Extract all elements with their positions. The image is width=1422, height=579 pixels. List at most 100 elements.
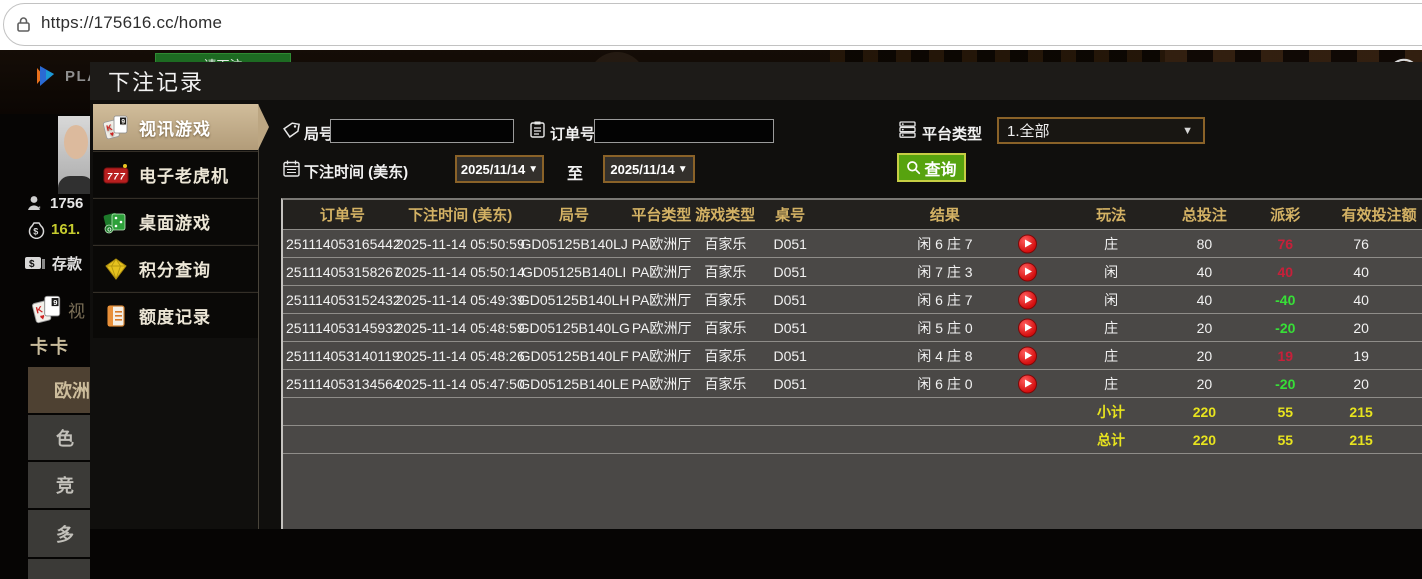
sidebar-item-slots[interactable]: 777 电子老虎机 <box>93 151 258 197</box>
bg-menu-item-4: 多 <box>28 510 90 557</box>
play-video-button[interactable] <box>1018 318 1037 337</box>
cell-platform: PA欧洲厅 <box>630 230 694 257</box>
lock-icon <box>15 16 32 33</box>
sidebar-item-video-games[interactable]: K ♥ 9 视讯游戏 <box>93 104 258 150</box>
browser-address-bar[interactable]: https://175616.cc/home <box>0 0 1422 50</box>
money-bag-icon: $ <box>28 220 45 239</box>
bg-menu-item-europe: 欧洲 <box>28 367 90 413</box>
table-games-icon: O <box>103 209 129 235</box>
result-text: 闲 7 庄 3 <box>917 262 972 282</box>
clipboard-icon <box>528 120 547 139</box>
dollar-badge-icon: $ <box>24 256 46 272</box>
cell-platform: PA欧洲厅 <box>630 258 694 285</box>
grand-total-payout: 55 <box>1253 426 1317 453</box>
search-button[interactable]: 查询 <box>897 153 966 182</box>
play-video-button[interactable] <box>1018 346 1037 365</box>
bg-card-label: 卡卡 <box>30 333 70 359</box>
cell-valid-bet: 40 <box>1317 286 1422 313</box>
col-header: 下注时间 (美东) <box>402 200 519 229</box>
play-video-button[interactable] <box>1018 290 1037 309</box>
chevron-down-icon: ▼ <box>678 164 688 175</box>
bg-menu-item-3: 竞 <box>28 462 90 508</box>
dialog-title: 下注记录 <box>90 62 1422 100</box>
col-header: 派彩 <box>1253 200 1317 229</box>
play-video-button[interactable] <box>1018 234 1037 253</box>
subtotal-label: 小计 <box>1067 398 1156 425</box>
cell-result: 闲 6 庄 7 <box>823 286 1067 313</box>
sidebar-item-points-query[interactable]: 积分查询 <box>93 245 258 291</box>
cell-game: 百家乐 <box>693 370 757 397</box>
sidebar-item-label: 电子老虎机 <box>139 162 229 187</box>
play-video-button[interactable] <box>1018 262 1037 281</box>
subtotal-row: 小计 220 55 215 <box>283 398 1422 426</box>
cell-round: GD05125B140LE <box>519 370 630 397</box>
table-row: 251114053140119 2025-11-14 05:48:26 GD05… <box>283 342 1422 370</box>
cell-order: 251114053152432 <box>283 286 402 313</box>
col-header: 玩法 <box>1067 200 1156 229</box>
cell-order: 251114053158267 <box>283 258 402 285</box>
result-text: 闲 6 庄 7 <box>917 234 972 254</box>
platform-type-value: 1.全部 <box>1007 120 1050 141</box>
sidebar-item-label: 积分查询 <box>139 256 211 281</box>
cell-result: 闲 4 庄 8 <box>823 342 1067 369</box>
col-header: 桌号 <box>757 200 823 229</box>
svg-text:$: $ <box>33 227 38 237</box>
sidebar-item-label: 额度记录 <box>139 303 211 328</box>
order-no-input[interactable] <box>594 119 774 143</box>
cell-order: 251114053165442 <box>283 230 402 257</box>
date-to-value: 2025/11/14 <box>610 162 674 177</box>
sidebar-item-table-games[interactable]: O 桌面游戏 <box>93 198 258 244</box>
deposit-row: $ 存款 <box>24 253 82 274</box>
cell-platform: PA欧洲厅 <box>630 286 694 313</box>
calendar-icon <box>282 159 301 178</box>
dialog-sidebar: K ♥ 9 视讯游戏 777 电子老虎机 <box>93 104 259 529</box>
cell-order: 251114053145932 <box>283 314 402 341</box>
play-icon <box>1025 324 1032 332</box>
cell-total-bet: 20 <box>1156 370 1254 397</box>
round-no-input[interactable] <box>330 119 514 143</box>
col-header: 总投注 <box>1156 200 1254 229</box>
deposit-label: 存款 <box>52 253 82 274</box>
cell-order: 251114053140119 <box>283 342 402 369</box>
cell-round: GD05125B140LH <box>519 286 630 313</box>
diamond-icon <box>103 256 129 282</box>
cell-platform: PA欧洲厅 <box>630 314 694 341</box>
sidebar-item-label: 视讯游戏 <box>139 115 211 140</box>
slot-777-icon: 777 <box>103 162 129 188</box>
bg-menu-item-partial <box>28 559 90 579</box>
col-header: 平台类型 <box>629 200 693 229</box>
sidebar-item-credit-records[interactable]: 额度记录 <box>93 292 258 338</box>
cell-table: D051 <box>757 230 823 257</box>
col-header: 游戏类型 <box>693 200 757 229</box>
cell-valid-bet: 20 <box>1317 370 1422 397</box>
cell-time: 2025-11-14 05:48:59 <box>402 314 519 341</box>
cell-play: 闲 <box>1067 258 1156 285</box>
cell-table: D051 <box>757 286 823 313</box>
bet-time-label: 下注时间 (美东) <box>304 161 408 182</box>
svg-text:9: 9 <box>121 119 126 126</box>
url-text: https://175616.cc/home <box>41 13 222 33</box>
cell-round: GD05125B140LI <box>519 258 630 285</box>
date-from-picker[interactable]: 2025/11/14 ▼ <box>455 155 544 183</box>
cell-time: 2025-11-14 05:49:39 <box>402 286 519 313</box>
cell-platform: PA欧洲厅 <box>630 342 694 369</box>
col-header: 订单号 <box>283 200 402 229</box>
svg-text:$: $ <box>29 259 35 270</box>
play-video-button[interactable] <box>1018 374 1037 393</box>
cell-game: 百家乐 <box>693 286 757 313</box>
cards-icon: K ♥ 9 <box>32 294 62 324</box>
table-row: 251114053145932 2025-11-14 05:48:59 GD05… <box>283 314 1422 342</box>
video-games-label: 视 <box>68 297 85 322</box>
cell-total-bet: 40 <box>1156 286 1254 313</box>
cell-game: 百家乐 <box>693 342 757 369</box>
table-row: 251114053165442 2025-11-14 05:50:59 GD05… <box>283 230 1422 258</box>
date-to-picker[interactable]: 2025/11/14 ▼ <box>603 155 695 183</box>
cell-result: 闲 6 庄 7 <box>823 230 1067 257</box>
cell-game: 百家乐 <box>693 230 757 257</box>
play-icon <box>1025 268 1032 276</box>
svg-text:9: 9 <box>53 298 57 307</box>
avatar <box>58 116 94 194</box>
platform-type-select[interactable]: 1.全部 ▼ <box>997 117 1205 144</box>
cell-total-bet: 20 <box>1156 342 1254 369</box>
balance-amount: 161. <box>51 221 80 238</box>
